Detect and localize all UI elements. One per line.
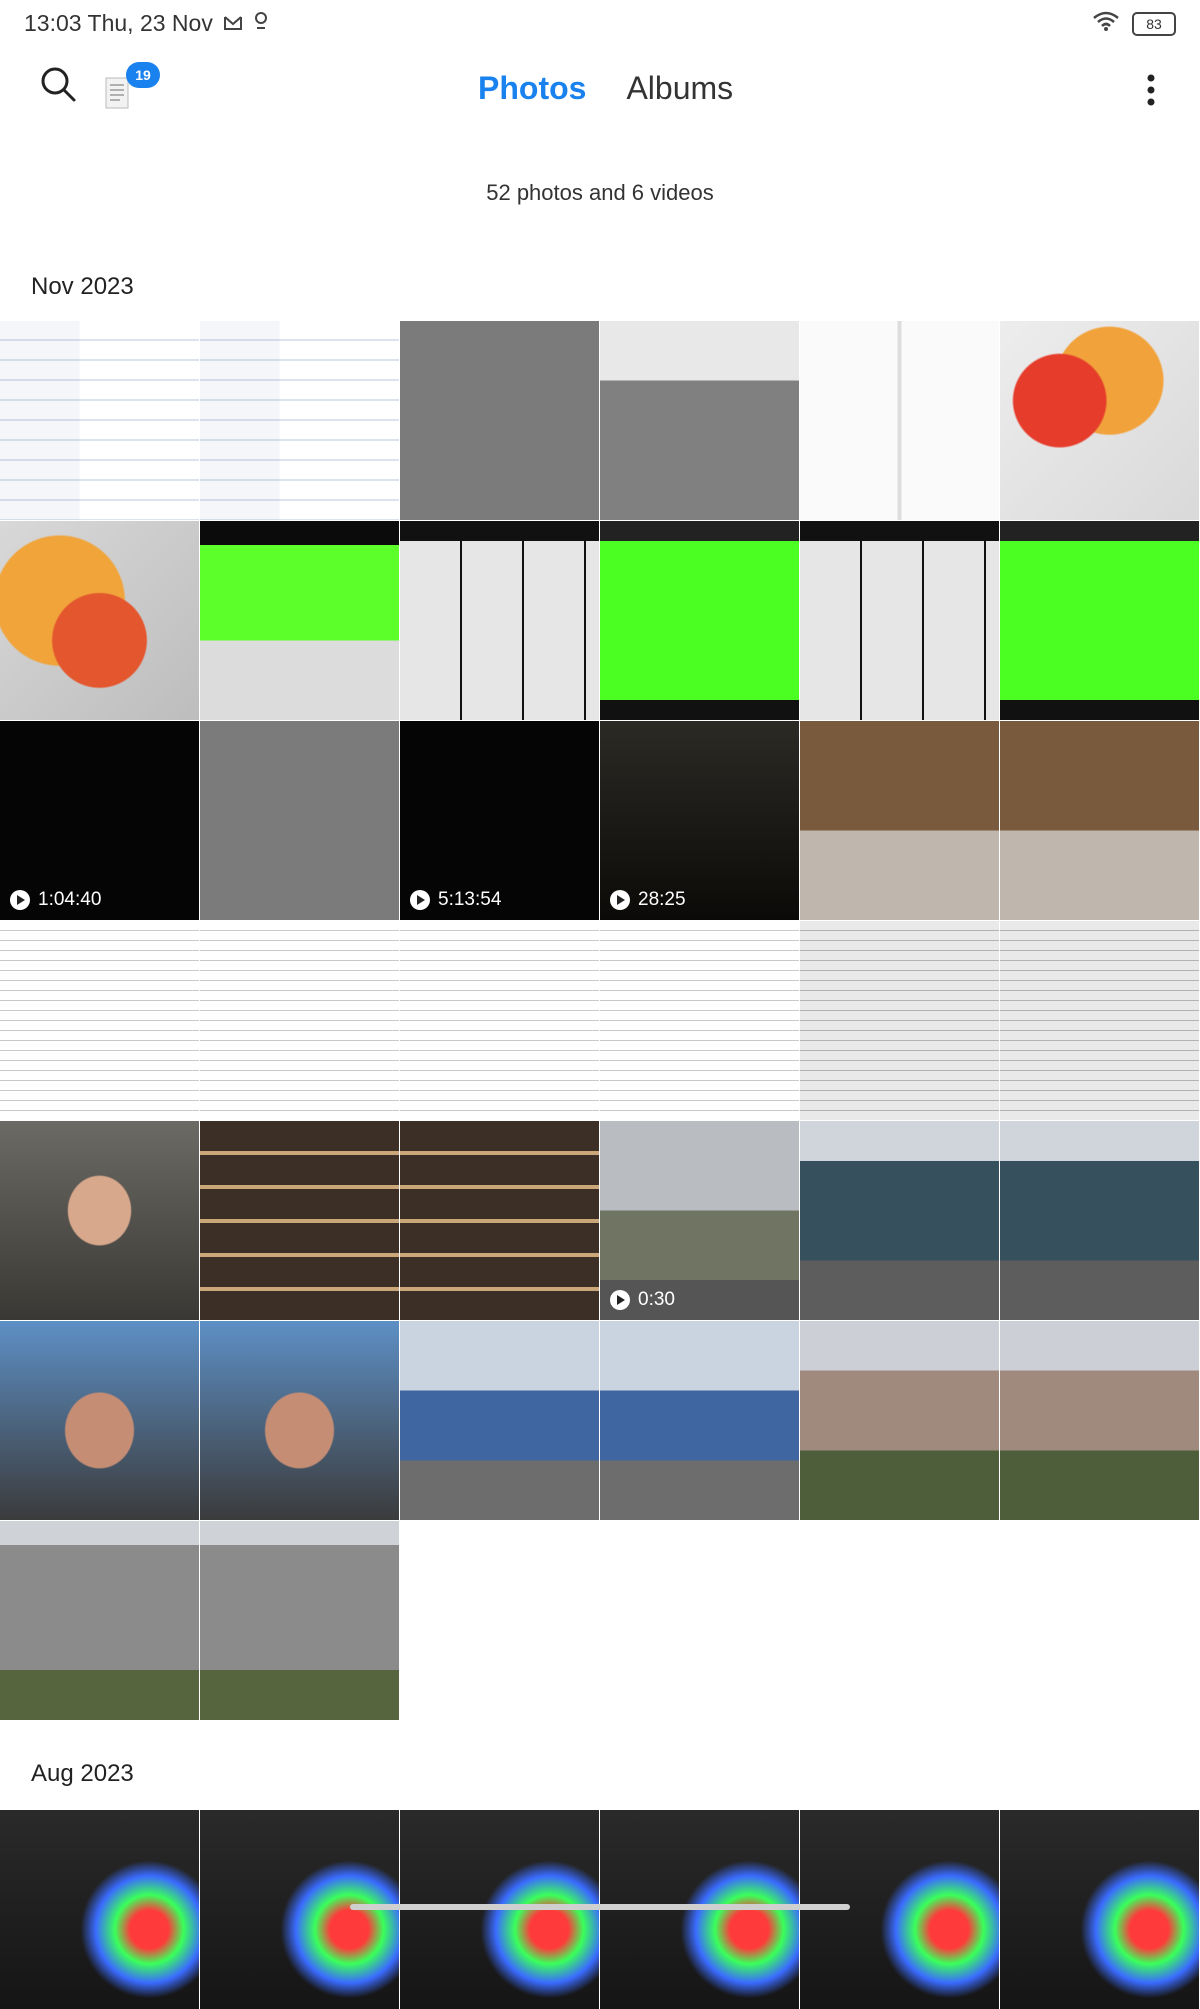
photo-thumbnail[interactable] <box>600 521 799 720</box>
photo-thumbnail[interactable] <box>0 321 199 520</box>
app-bar: 19 Photos Albums <box>0 46 1200 136</box>
photo-thumbnail[interactable] <box>1000 721 1199 920</box>
status-left: 13:03 Thu, 23 Nov <box>24 10 269 37</box>
video-thumbnail[interactable]: 0:30 <box>600 1121 799 1320</box>
home-indicator[interactable] <box>350 1904 850 1910</box>
video-duration-label: 5:13:54 <box>410 889 501 911</box>
battery-indicator: 83 <box>1132 11 1176 36</box>
photo-thumbnail[interactable] <box>600 321 799 520</box>
video-duration-label: 0:30 <box>610 1289 675 1311</box>
media-count-summary: 52 photos and 6 videos <box>486 180 714 205</box>
photo-thumbnail[interactable] <box>800 521 999 720</box>
video-thumbnail[interactable]: 28:25 <box>600 721 799 920</box>
photo-thumbnail[interactable] <box>0 1121 199 1320</box>
video-duration: 28:25 <box>638 889 686 910</box>
location-icon <box>253 10 269 37</box>
video-duration: 5:13:54 <box>438 889 502 910</box>
photo-grid-nov-2023: 1:04:40 5:13:54 28:25 0:30 <box>0 321 1199 1720</box>
photo-thumbnail[interactable] <box>800 1121 999 1320</box>
photo-thumbnail[interactable] <box>400 521 599 720</box>
video-duration-label: 28:25 <box>610 889 686 911</box>
photo-thumbnail[interactable] <box>400 321 599 520</box>
photo-thumbnail[interactable] <box>0 521 199 720</box>
photo-thumbnail[interactable] <box>400 1321 599 1520</box>
photo-thumbnail[interactable] <box>200 1521 399 1720</box>
status-time: 13:03 Thu, 23 Nov <box>24 10 213 36</box>
photo-thumbnail[interactable] <box>800 1321 999 1520</box>
photo-thumbnail[interactable] <box>1000 921 1199 1120</box>
search-icon <box>41 67 76 102</box>
photo-thumbnail[interactable] <box>400 921 599 1120</box>
photo-thumbnail[interactable] <box>800 921 999 1120</box>
photo-thumbnail[interactable] <box>200 921 399 1120</box>
section-title-nov-2023: Nov 2023 <box>31 273 134 300</box>
photo-thumbnail[interactable] <box>0 1810 199 2009</box>
video-thumbnail[interactable]: 1:04:40 <box>0 721 199 920</box>
photo-thumbnail[interactable] <box>600 921 799 1120</box>
search-button[interactable] <box>38 64 88 114</box>
photo-thumbnail[interactable] <box>800 721 999 920</box>
photo-thumbnail[interactable] <box>200 1121 399 1320</box>
tab-albums[interactable]: Albums <box>626 70 733 107</box>
play-icon <box>610 1290 630 1310</box>
more-vertical-icon <box>1147 74 1155 106</box>
play-icon <box>10 890 30 910</box>
photo-thumbnail[interactable] <box>400 1121 599 1320</box>
wifi-icon <box>1092 10 1120 37</box>
video-thumbnail[interactable]: 5:13:54 <box>400 721 599 920</box>
photo-thumbnail[interactable] <box>200 321 399 520</box>
photo-thumbnail[interactable] <box>1000 521 1199 720</box>
photo-thumbnail[interactable] <box>1000 1810 1199 2009</box>
status-right: 83 <box>1092 10 1176 37</box>
photo-thumbnail[interactable] <box>0 921 199 1120</box>
photo-thumbnail[interactable] <box>1000 1121 1199 1320</box>
photo-thumbnail[interactable] <box>1000 1321 1199 1520</box>
play-icon <box>410 890 430 910</box>
photo-thumbnail[interactable] <box>200 1321 399 1520</box>
photo-thumbnail[interactable] <box>200 521 399 720</box>
tab-photos[interactable]: Photos <box>478 70 586 107</box>
section-title-aug-2023: Aug 2023 <box>31 1760 134 1787</box>
photo-thumbnail[interactable] <box>600 1321 799 1520</box>
photo-thumbnail[interactable] <box>200 721 399 920</box>
play-icon <box>610 890 630 910</box>
status-bar: 13:03 Thu, 23 Nov 83 <box>0 0 1200 46</box>
video-duration: 0:30 <box>638 1289 675 1310</box>
video-duration-label: 1:04:40 <box>10 889 101 911</box>
notification-badge: 19 <box>126 62 160 88</box>
more-options-button[interactable] <box>1136 68 1166 112</box>
photo-thumbnail[interactable] <box>0 1321 199 1520</box>
video-duration: 1:04:40 <box>38 889 102 910</box>
notifications-button[interactable]: 19 <box>104 62 164 120</box>
photo-thumbnail[interactable] <box>800 321 999 520</box>
photo-thumbnail[interactable] <box>0 1521 199 1720</box>
gmail-icon <box>223 10 243 37</box>
tab-bar: Photos Albums <box>478 70 733 107</box>
photo-thumbnail[interactable] <box>1000 321 1199 520</box>
